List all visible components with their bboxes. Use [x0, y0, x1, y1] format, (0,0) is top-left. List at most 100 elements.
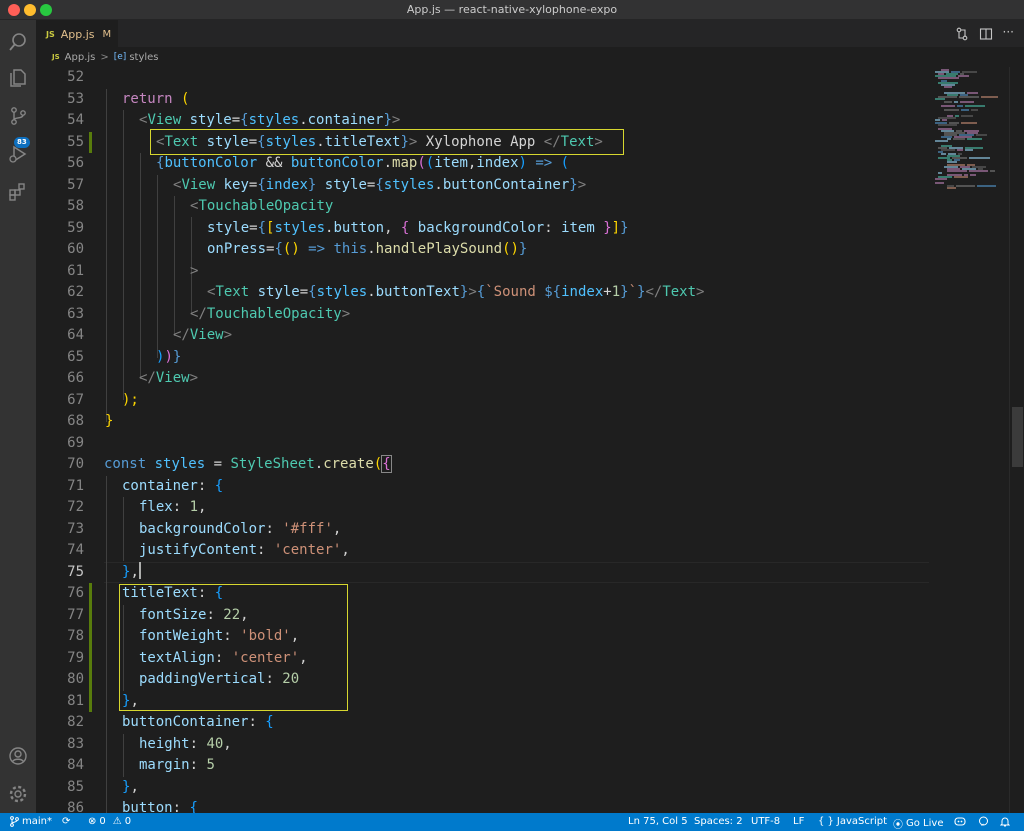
extensions-icon[interactable] [6, 180, 30, 204]
minimap-line [935, 182, 944, 185]
source-control-icon[interactable] [6, 104, 30, 128]
minimap-line [961, 108, 969, 111]
account-icon[interactable] [6, 744, 30, 768]
minimap-line [969, 169, 988, 172]
minimap-line [947, 169, 967, 172]
highlight-box-title-text-element [150, 129, 624, 155]
notifications-bell-icon[interactable] [1000, 816, 1010, 827]
indent-guide [123, 497, 124, 561]
go-live-button[interactable]: ⦿ Go Live [893, 816, 943, 831]
line-number: 58 [67, 198, 84, 214]
explorer-icon[interactable] [6, 66, 30, 90]
indent-guide [106, 88, 107, 422]
code-line: {buttonColor && buttonColor.map((item,in… [156, 155, 570, 171]
javascript-file-icon: JS [46, 29, 55, 39]
settings-gear-icon[interactable] [6, 782, 30, 806]
line-number: 55 [67, 133, 84, 150]
minimap-line [953, 138, 965, 141]
status-bar: main* ⟳ ⊗ 0 ⚠ 0 Ln 75, Col 5 Spaces: 2 U… [0, 813, 1024, 831]
minimap-line [960, 100, 974, 103]
line-number: 52 [67, 69, 84, 85]
open-changes-icon[interactable] [955, 26, 969, 45]
line-number: 77 [67, 606, 84, 623]
run-debug-icon[interactable] [6, 142, 30, 166]
minimap-line [965, 148, 973, 151]
line-number: 67 [67, 391, 84, 408]
split-editor-icon[interactable] [979, 26, 993, 45]
more-actions-icon[interactable]: ··· [1003, 26, 1014, 45]
code-line: ); [122, 391, 139, 408]
minimap-line [954, 176, 968, 179]
warning-icon: ⚠ [112, 816, 122, 827]
minimap[interactable] [929, 67, 1009, 813]
minimap-line [961, 115, 973, 118]
sync-button[interactable]: ⟳ [62, 816, 70, 827]
variable-symbol-icon: [e] [113, 52, 127, 62]
code-line: } [105, 413, 114, 429]
javascript-file-icon: JS [52, 53, 60, 61]
branch-status[interactable]: main* [10, 816, 52, 827]
line-number: 57 [67, 176, 84, 193]
current-line-highlight [104, 561, 929, 583]
line-number: 73 [67, 520, 84, 537]
cursor-position[interactable]: Ln 75, Col 5 [628, 816, 688, 827]
code-line: buttonContainer: { [122, 714, 274, 730]
minimap-line [981, 96, 998, 99]
end-of-line-setting[interactable]: LF [793, 816, 804, 827]
code-editor[interactable]: 52 53 54 55 56 57 58 59 60 61 62 63 64 6… [36, 67, 929, 813]
git-modified-marker [89, 131, 92, 153]
editor-tab-bar: JS App.js M ··· [36, 20, 1024, 47]
minimap-line [959, 96, 979, 99]
feedback-icon[interactable] [978, 816, 989, 827]
code-line: <TouchableOpacity [190, 198, 334, 214]
minimap-line [958, 75, 969, 78]
vertical-scrollbar[interactable] [1009, 67, 1024, 813]
code-line: style={[styles.button, { backgroundColor… [207, 219, 629, 236]
code-line: height: 40, [139, 735, 232, 752]
line-number: 61 [67, 262, 84, 279]
language-mode[interactable]: { } JavaScript [818, 816, 887, 827]
language-label: JavaScript [836, 816, 888, 827]
tab-app-js[interactable]: JS App.js M [36, 20, 118, 47]
line-number: 71 [67, 477, 84, 494]
encoding-setting[interactable]: UTF-8 [751, 816, 780, 827]
line-number: 85 [67, 778, 84, 795]
minimap-line [944, 100, 952, 103]
code-line: <Text style={styles.buttonText}>{`Sound … [207, 284, 705, 300]
indentation-setting[interactable]: Spaces: 2 [694, 816, 743, 827]
minimap-line [962, 71, 977, 74]
minimap-line [965, 104, 985, 107]
code-line: const styles = StyleSheet.create({ [104, 455, 392, 473]
line-number: 82 [67, 714, 84, 730]
indent-guide [123, 110, 124, 400]
scrollbar-thumb[interactable] [1012, 407, 1023, 467]
error-count: 0 [99, 816, 106, 827]
breadcrumb-symbol[interactable]: styles [129, 52, 158, 63]
line-number: 60 [67, 241, 84, 257]
minimap-line [938, 117, 956, 120]
minimap-line [990, 169, 995, 172]
text-cursor [138, 561, 141, 579]
problems-status[interactable]: ⊗ 0 ⚠ 0 [88, 816, 131, 827]
minimap-line [938, 171, 942, 174]
line-number: 53 [67, 90, 84, 107]
line-number: 72 [67, 499, 84, 515]
search-icon[interactable] [6, 30, 30, 54]
line-number: 56 [67, 155, 84, 171]
breadcrumb: JS App.js > [e] styles [36, 47, 1024, 67]
warning-count: 0 [124, 816, 132, 827]
code-line: container: { [122, 477, 224, 494]
copilot-icon[interactable] [954, 816, 966, 826]
minimap-line [957, 148, 963, 151]
breadcrumb-file[interactable]: App.js [65, 52, 96, 63]
git-added-marker [89, 583, 92, 712]
minimap-line [941, 153, 946, 155]
editor-actions: ··· [955, 26, 1014, 45]
minimap-line [977, 184, 996, 187]
line-number: 76 [67, 585, 84, 601]
code-line: return ( [122, 90, 190, 107]
git-branch-icon [10, 816, 19, 827]
tab-modified-indicator: M [102, 28, 112, 40]
line-number: 74 [67, 542, 84, 558]
go-live-label: Go Live [906, 818, 944, 829]
